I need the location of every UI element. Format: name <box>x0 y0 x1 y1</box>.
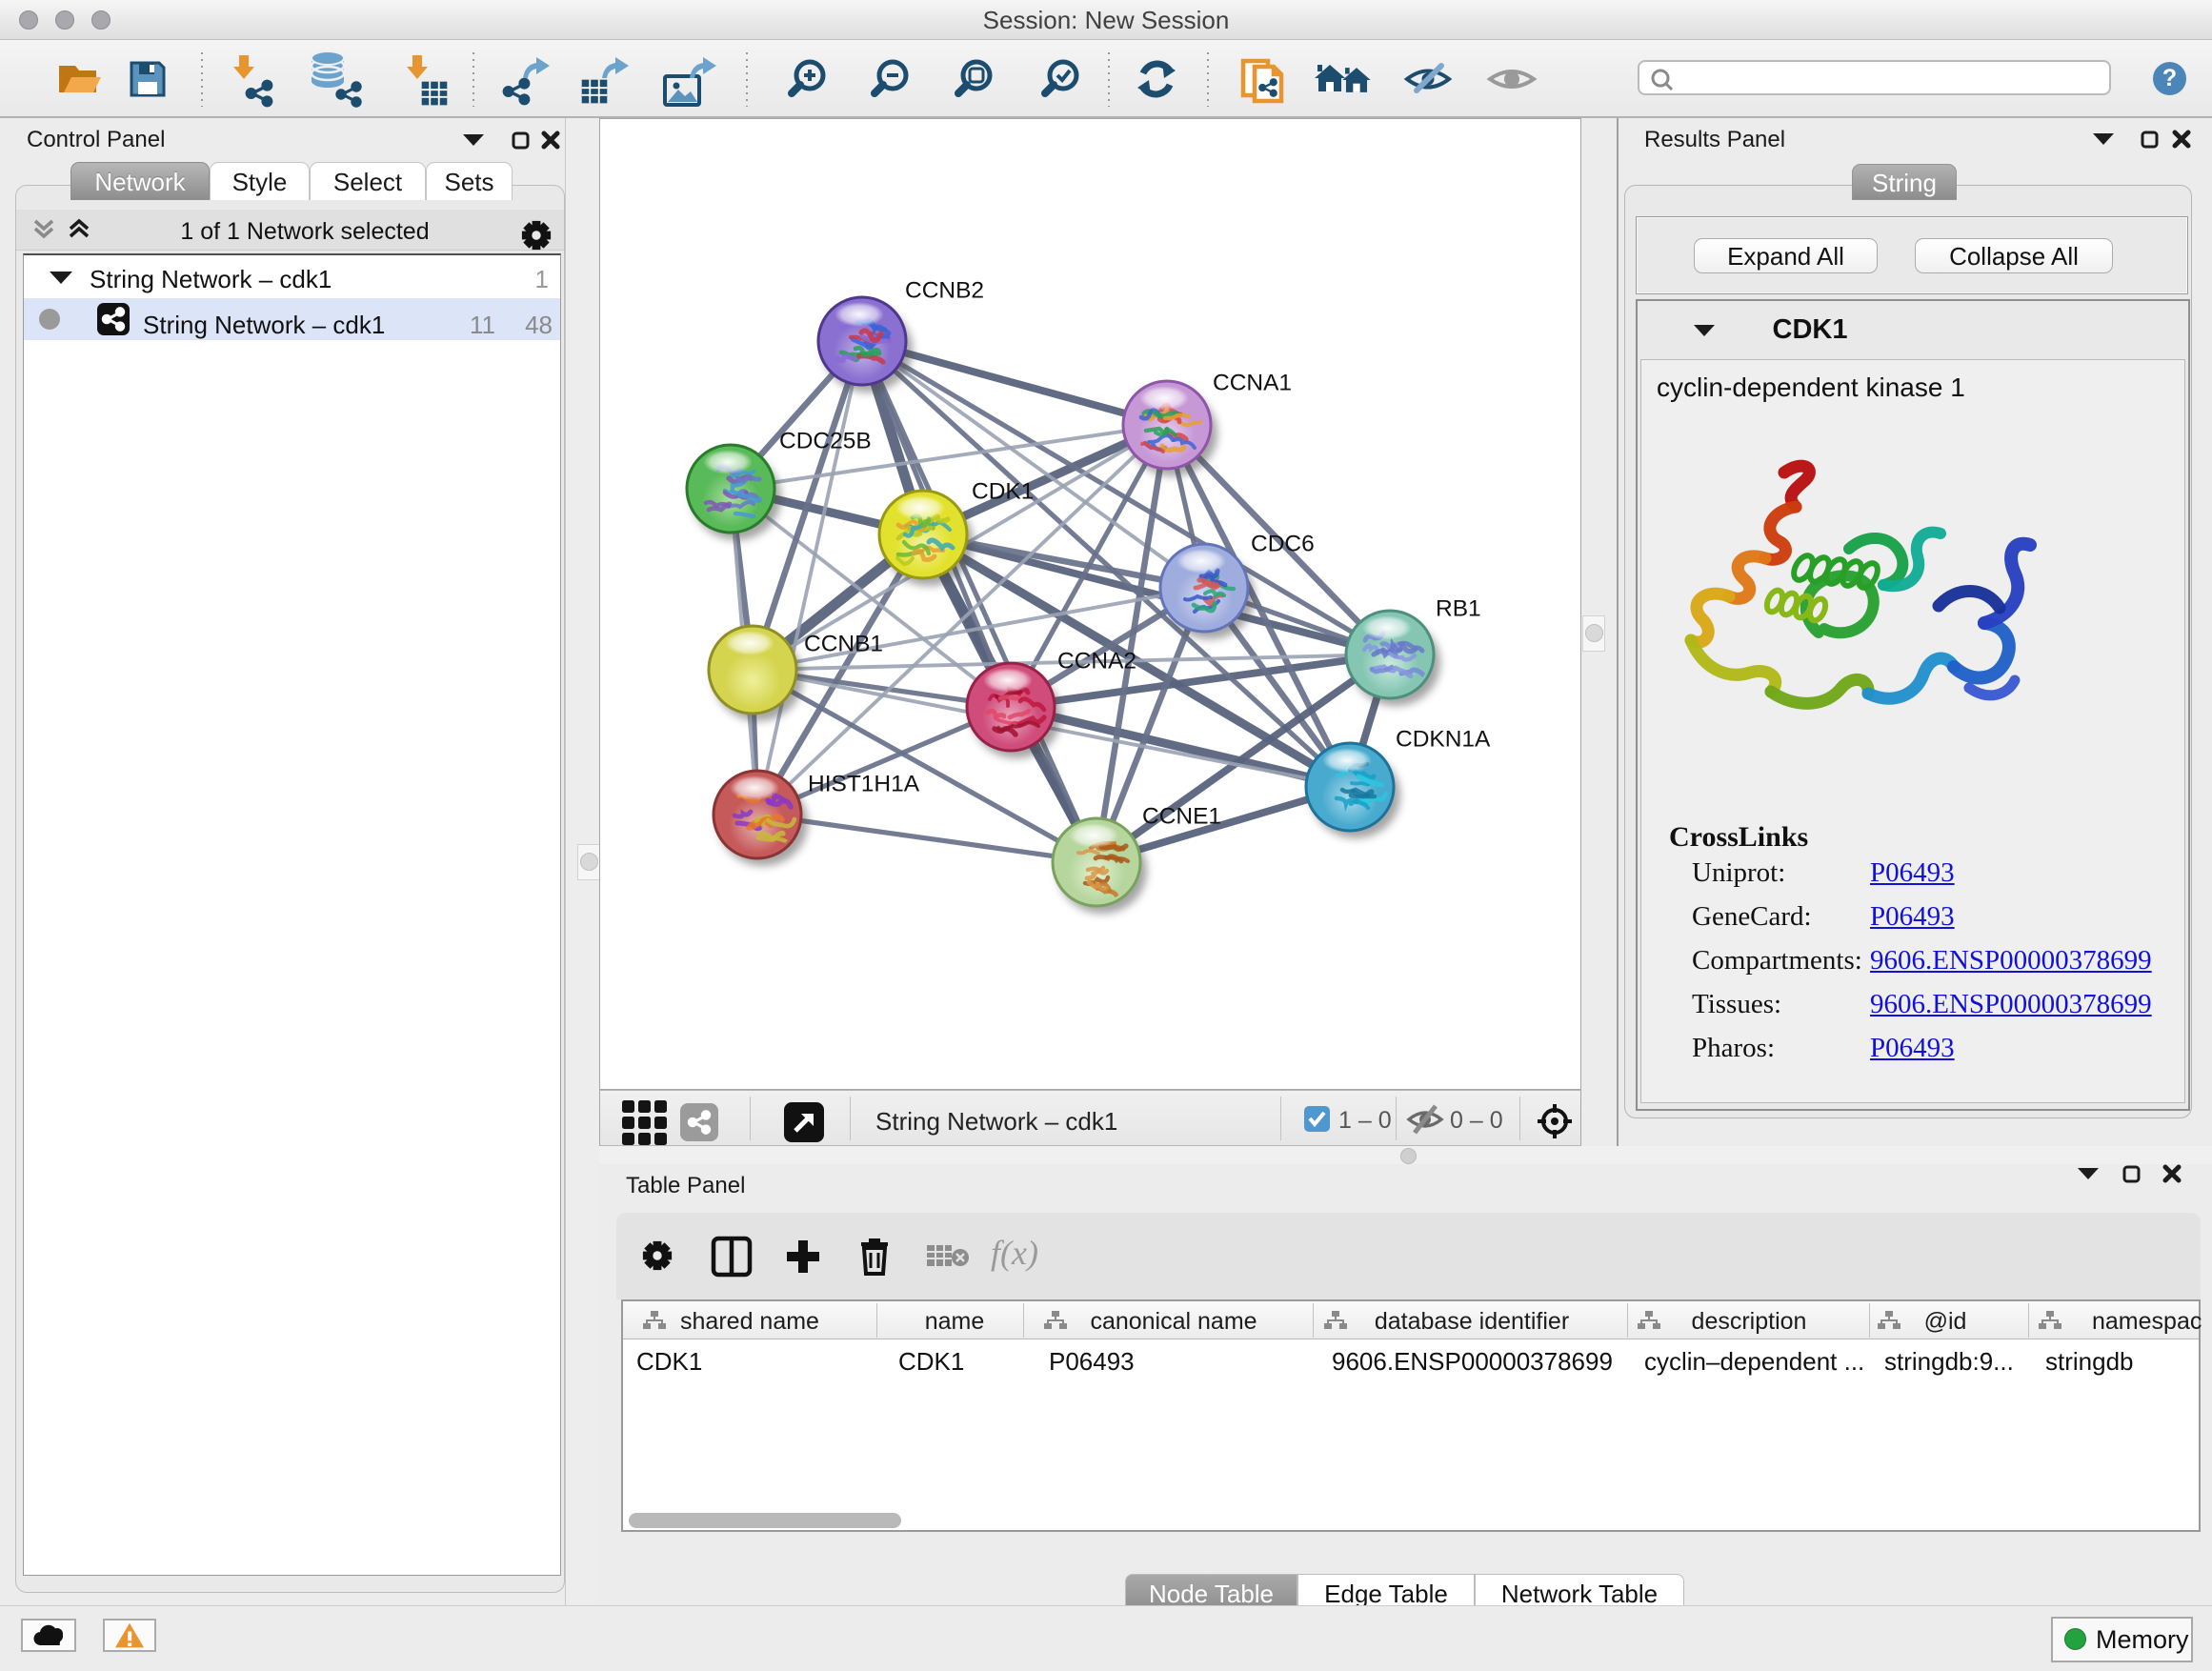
svg-text:CCNA2: CCNA2 <box>1057 649 1136 674</box>
svg-text:CDK1: CDK1 <box>972 479 1034 505</box>
svg-text:CDC25B: CDC25B <box>779 429 872 454</box>
svg-text:HIST1H1A: HIST1H1A <box>808 772 920 797</box>
svg-text:CCNA1: CCNA1 <box>1213 371 1292 396</box>
svg-text:CCNB2: CCNB2 <box>905 278 984 304</box>
svg-text:CCNE1: CCNE1 <box>1142 804 1221 830</box>
svg-text:CDC6: CDC6 <box>1251 532 1315 557</box>
svg-text:CDKN1A: CDKN1A <box>1396 727 1491 753</box>
svg-text:RB1: RB1 <box>1436 596 1481 622</box>
svg-text:CCNB1: CCNB1 <box>804 632 883 657</box>
